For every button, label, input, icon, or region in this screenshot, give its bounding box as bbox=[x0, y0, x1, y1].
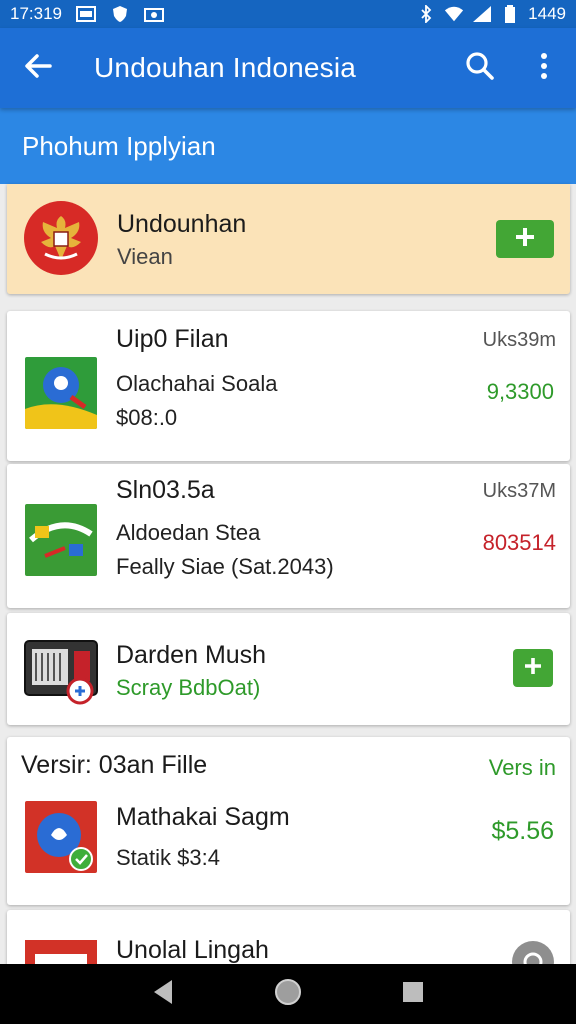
item-line2: $08:.0 bbox=[116, 405, 178, 430]
back-arrow-icon bbox=[24, 52, 52, 85]
nav-back-button[interactable] bbox=[143, 974, 183, 1014]
recents-square-icon bbox=[402, 981, 424, 1008]
version-item-title: Mathakai Sagm bbox=[116, 803, 290, 831]
item-title: Uip0 Filan bbox=[116, 325, 229, 353]
more-options-button[interactable] bbox=[512, 28, 576, 108]
app-title: Undouhan Indonesia bbox=[94, 52, 357, 83]
back-button[interactable] bbox=[0, 28, 76, 108]
featured-card[interactable]: Undounhan Viean bbox=[7, 184, 570, 294]
back-triangle-icon bbox=[152, 979, 174, 1010]
item-price: 803514 bbox=[482, 530, 556, 555]
nav-recents-button[interactable] bbox=[393, 974, 433, 1014]
status-time: 17:319 bbox=[10, 4, 62, 23]
section-header-label: Phohum Ipplyian bbox=[22, 130, 216, 161]
list-item[interactable]: Sln03.5a Uks37M Aldoedan Stea Feally Sia… bbox=[7, 464, 570, 608]
version-item-subtitle: Statik $3:4 bbox=[116, 845, 220, 870]
wifi-icon bbox=[444, 5, 464, 23]
list-item[interactable]: Darden Mush Scray BdbOat) bbox=[7, 613, 570, 725]
item-title: Darden Mush bbox=[116, 641, 267, 669]
game-app-icon bbox=[25, 504, 97, 576]
item-line2: Feally Siae (Sat.2043) bbox=[116, 554, 334, 579]
garuda-emblem-icon bbox=[23, 200, 99, 276]
image-icon bbox=[76, 5, 96, 23]
featured-add-button[interactable] bbox=[496, 220, 554, 258]
item-title: Sln03.5a bbox=[116, 476, 215, 504]
app-bar: Undouhan Indonesia bbox=[0, 28, 576, 108]
list-item[interactable]: Uip0 Filan Uks39m Olachahai Soala $08:.0… bbox=[7, 311, 570, 461]
item-size: Uks37M bbox=[482, 480, 556, 502]
item-size: Uks39m bbox=[482, 329, 556, 351]
home-circle-icon bbox=[274, 978, 302, 1011]
more-vert-icon bbox=[539, 52, 549, 85]
bluetooth-icon bbox=[416, 5, 436, 23]
radio-app-icon bbox=[24, 639, 100, 705]
battery-icon bbox=[500, 5, 520, 23]
status-bar: 17:319 1449 bbox=[0, 0, 576, 28]
search-button[interactable] bbox=[448, 28, 512, 108]
version-item-price: $5.56 bbox=[491, 817, 554, 845]
featured-title: Undounhan bbox=[117, 210, 247, 238]
item-add-button[interactable] bbox=[513, 649, 553, 687]
featured-subtitle: Viean bbox=[117, 244, 173, 269]
bird-app-icon bbox=[25, 801, 97, 873]
search-icon bbox=[465, 51, 495, 86]
signal-icon bbox=[472, 5, 492, 23]
item-line1: Olachahai Soala bbox=[116, 371, 278, 396]
map-app-icon bbox=[25, 357, 97, 429]
photo-icon bbox=[144, 5, 164, 23]
shield-icon bbox=[110, 5, 130, 23]
plus-icon bbox=[523, 656, 543, 681]
version-header: Versir: 03an Fille bbox=[21, 751, 208, 779]
system-nav-bar bbox=[0, 964, 576, 1024]
version-card[interactable]: Versir: 03an Fille Vers in Mathakai Sagm… bbox=[7, 737, 570, 905]
version-header-right: Vers in bbox=[488, 755, 556, 780]
item-price: 9,3300 bbox=[486, 379, 554, 404]
status-battery-time: 1449 bbox=[528, 4, 566, 23]
section-header: Phohum Ipplyian bbox=[0, 108, 576, 184]
item-subtitle: Scray BdbOat) bbox=[116, 675, 261, 700]
plus-icon bbox=[514, 226, 536, 253]
nav-home-button[interactable] bbox=[268, 974, 308, 1014]
item-title: Unolal Lingah bbox=[116, 936, 269, 964]
item-line1: Aldoedan Stea bbox=[116, 520, 261, 545]
